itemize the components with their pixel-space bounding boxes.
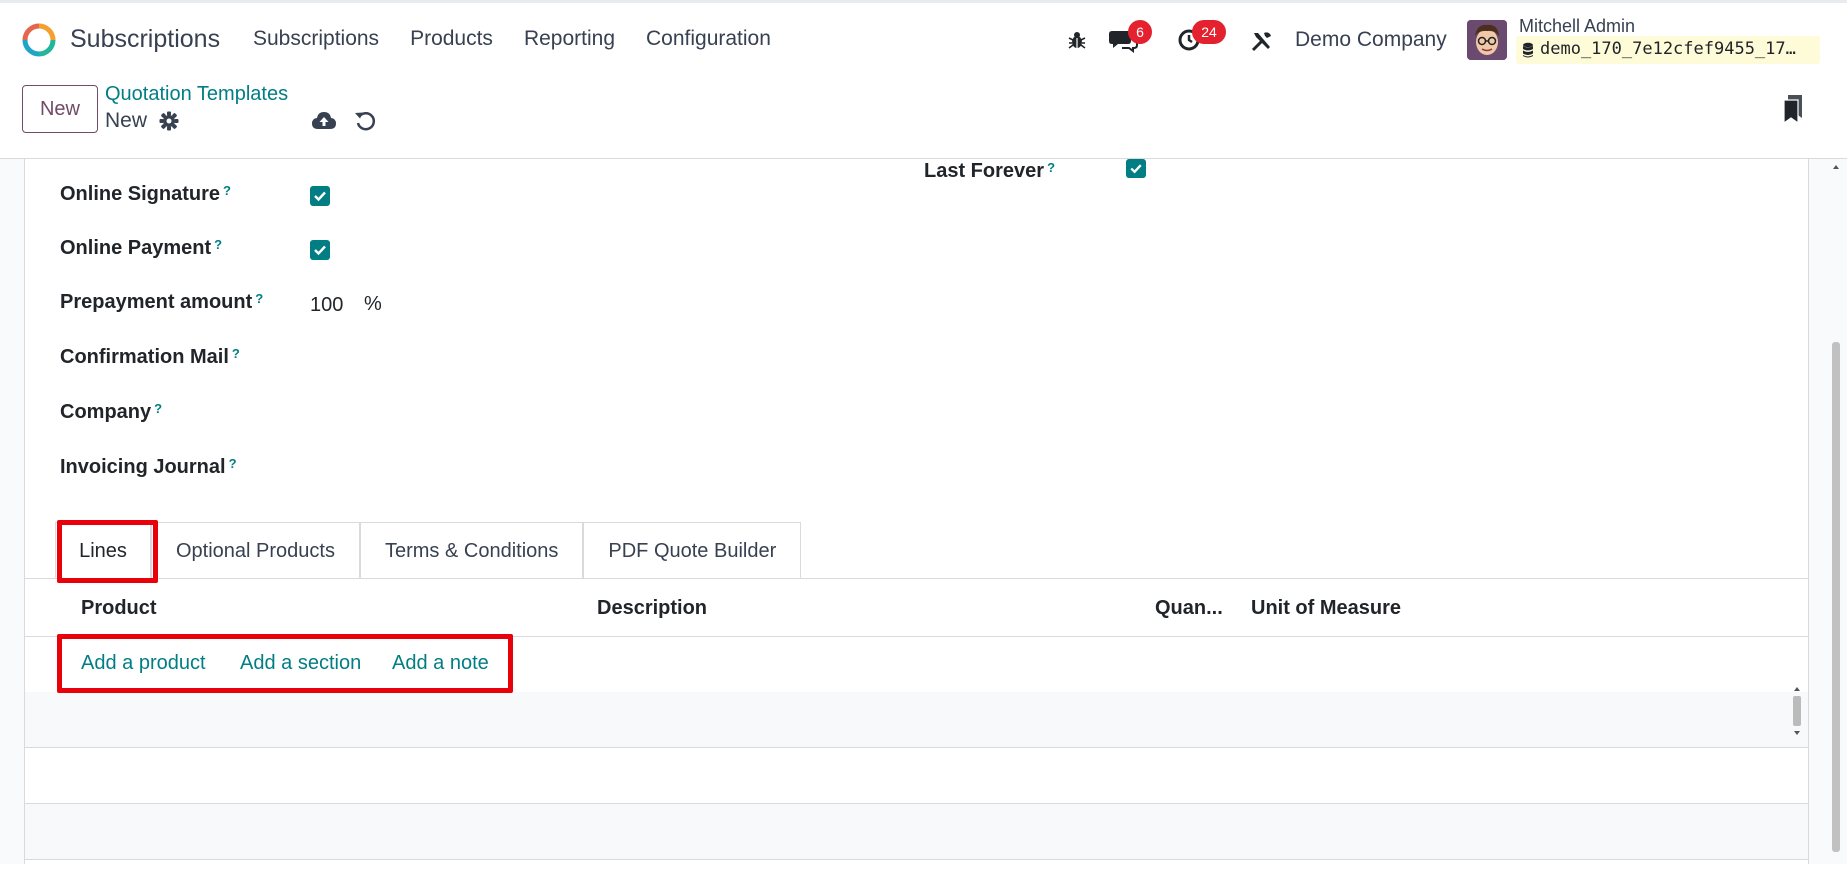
help-icon[interactable]: ? (229, 456, 237, 471)
menu-configuration[interactable]: Configuration (646, 27, 771, 51)
database-name: demo_170_7e12cfef9455_17… (1540, 39, 1796, 59)
form-content-area: Online Signature? Last Forever? Online P… (0, 159, 1847, 864)
cloud-upload-icon[interactable] (311, 110, 337, 132)
table-row (25, 804, 1808, 860)
avatar-image-icon (1467, 20, 1507, 60)
record-name: New (105, 109, 148, 132)
database-pill: demo_170_7e12cfef9455_17… (1516, 36, 1820, 64)
help-icon[interactable]: ? (223, 183, 231, 198)
database-icon (1523, 42, 1533, 58)
tab-optional-products[interactable]: Optional Products (151, 522, 360, 578)
scrollbar-graphic (1832, 165, 1840, 852)
prepayment-amount-input[interactable]: 100 (310, 294, 343, 317)
notebook-tabs: Lines Optional Products Terms & Conditio… (55, 522, 802, 578)
help-icon[interactable]: ? (255, 291, 263, 306)
messages-badge: 6 (1128, 20, 1152, 44)
lines-table-header: Product Description Quan... Unit of Meas… (25, 579, 1808, 637)
discard-icon[interactable] (354, 110, 376, 132)
table-row (25, 692, 1808, 748)
bug-icon[interactable] (1067, 30, 1087, 50)
menu-reporting[interactable]: Reporting (524, 27, 615, 51)
online-payment-label: Online Payment? (60, 237, 223, 259)
control-panel: New Quotation Templates New (0, 75, 1847, 159)
gear-icon[interactable] (159, 111, 179, 131)
page-scrollbar[interactable] (1830, 159, 1842, 864)
app-name[interactable]: Subscriptions (70, 25, 220, 54)
activities-badge: 24 (1192, 20, 1226, 44)
table-row (25, 748, 1808, 804)
menu-products[interactable]: Products (410, 27, 493, 51)
company-switcher[interactable]: Demo Company (1295, 28, 1447, 52)
tools-icon[interactable] (1250, 29, 1274, 53)
user-avatar[interactable] (1467, 20, 1507, 60)
company-label: Company? (60, 401, 163, 423)
app-logo-icon[interactable] (22, 23, 56, 57)
online-signature-label: Online Signature? (60, 183, 231, 205)
online-signature-checkbox[interactable] (310, 186, 330, 206)
menu-subscriptions[interactable]: Subscriptions (253, 27, 379, 51)
help-icon[interactable]: ? (232, 346, 240, 361)
tab-pdf-quote-builder[interactable]: PDF Quote Builder (583, 522, 802, 578)
new-button[interactable]: New (22, 85, 98, 133)
highlight-add-links (57, 634, 513, 693)
checkmark-icon (314, 245, 326, 256)
prepayment-unit: % (364, 293, 382, 315)
main-menu: Subscriptions Products Reporting Configu… (253, 27, 802, 51)
column-unit-of-measure[interactable]: Unit of Measure (1251, 597, 1401, 620)
help-icon[interactable]: ? (154, 401, 162, 416)
bookmark-icon[interactable] (1782, 94, 1804, 124)
checkmark-icon (1130, 164, 1142, 174)
breadcrumb-quotation-templates[interactable]: Quotation Templates (105, 83, 288, 106)
prepayment-amount-label: Prepayment amount? (60, 291, 264, 313)
help-icon[interactable]: ? (1047, 160, 1055, 175)
checkmark-icon (314, 191, 326, 202)
form-sheet: Online Signature? Last Forever? Online P… (24, 159, 1809, 864)
notebook-scrollbar[interactable] (1791, 684, 1803, 738)
highlight-lines-tab (57, 520, 158, 583)
help-icon[interactable]: ? (214, 237, 222, 252)
column-description[interactable]: Description (597, 597, 707, 620)
column-quantity[interactable]: Quan... (1155, 597, 1223, 620)
last-forever-label: Last Forever? (924, 160, 1056, 182)
invoicing-journal-label: Invoicing Journal? (60, 456, 237, 478)
tab-terms-conditions[interactable]: Terms & Conditions (359, 522, 584, 578)
user-name[interactable]: Mitchell Admin (1519, 16, 1635, 37)
top-navbar: Subscriptions Subscriptions Products Rep… (0, 0, 1847, 75)
online-payment-checkbox[interactable] (310, 240, 330, 260)
last-forever-checkbox[interactable] (1126, 159, 1146, 178)
column-product[interactable]: Product (81, 597, 157, 620)
confirmation-mail-label: Confirmation Mail? (60, 346, 240, 368)
